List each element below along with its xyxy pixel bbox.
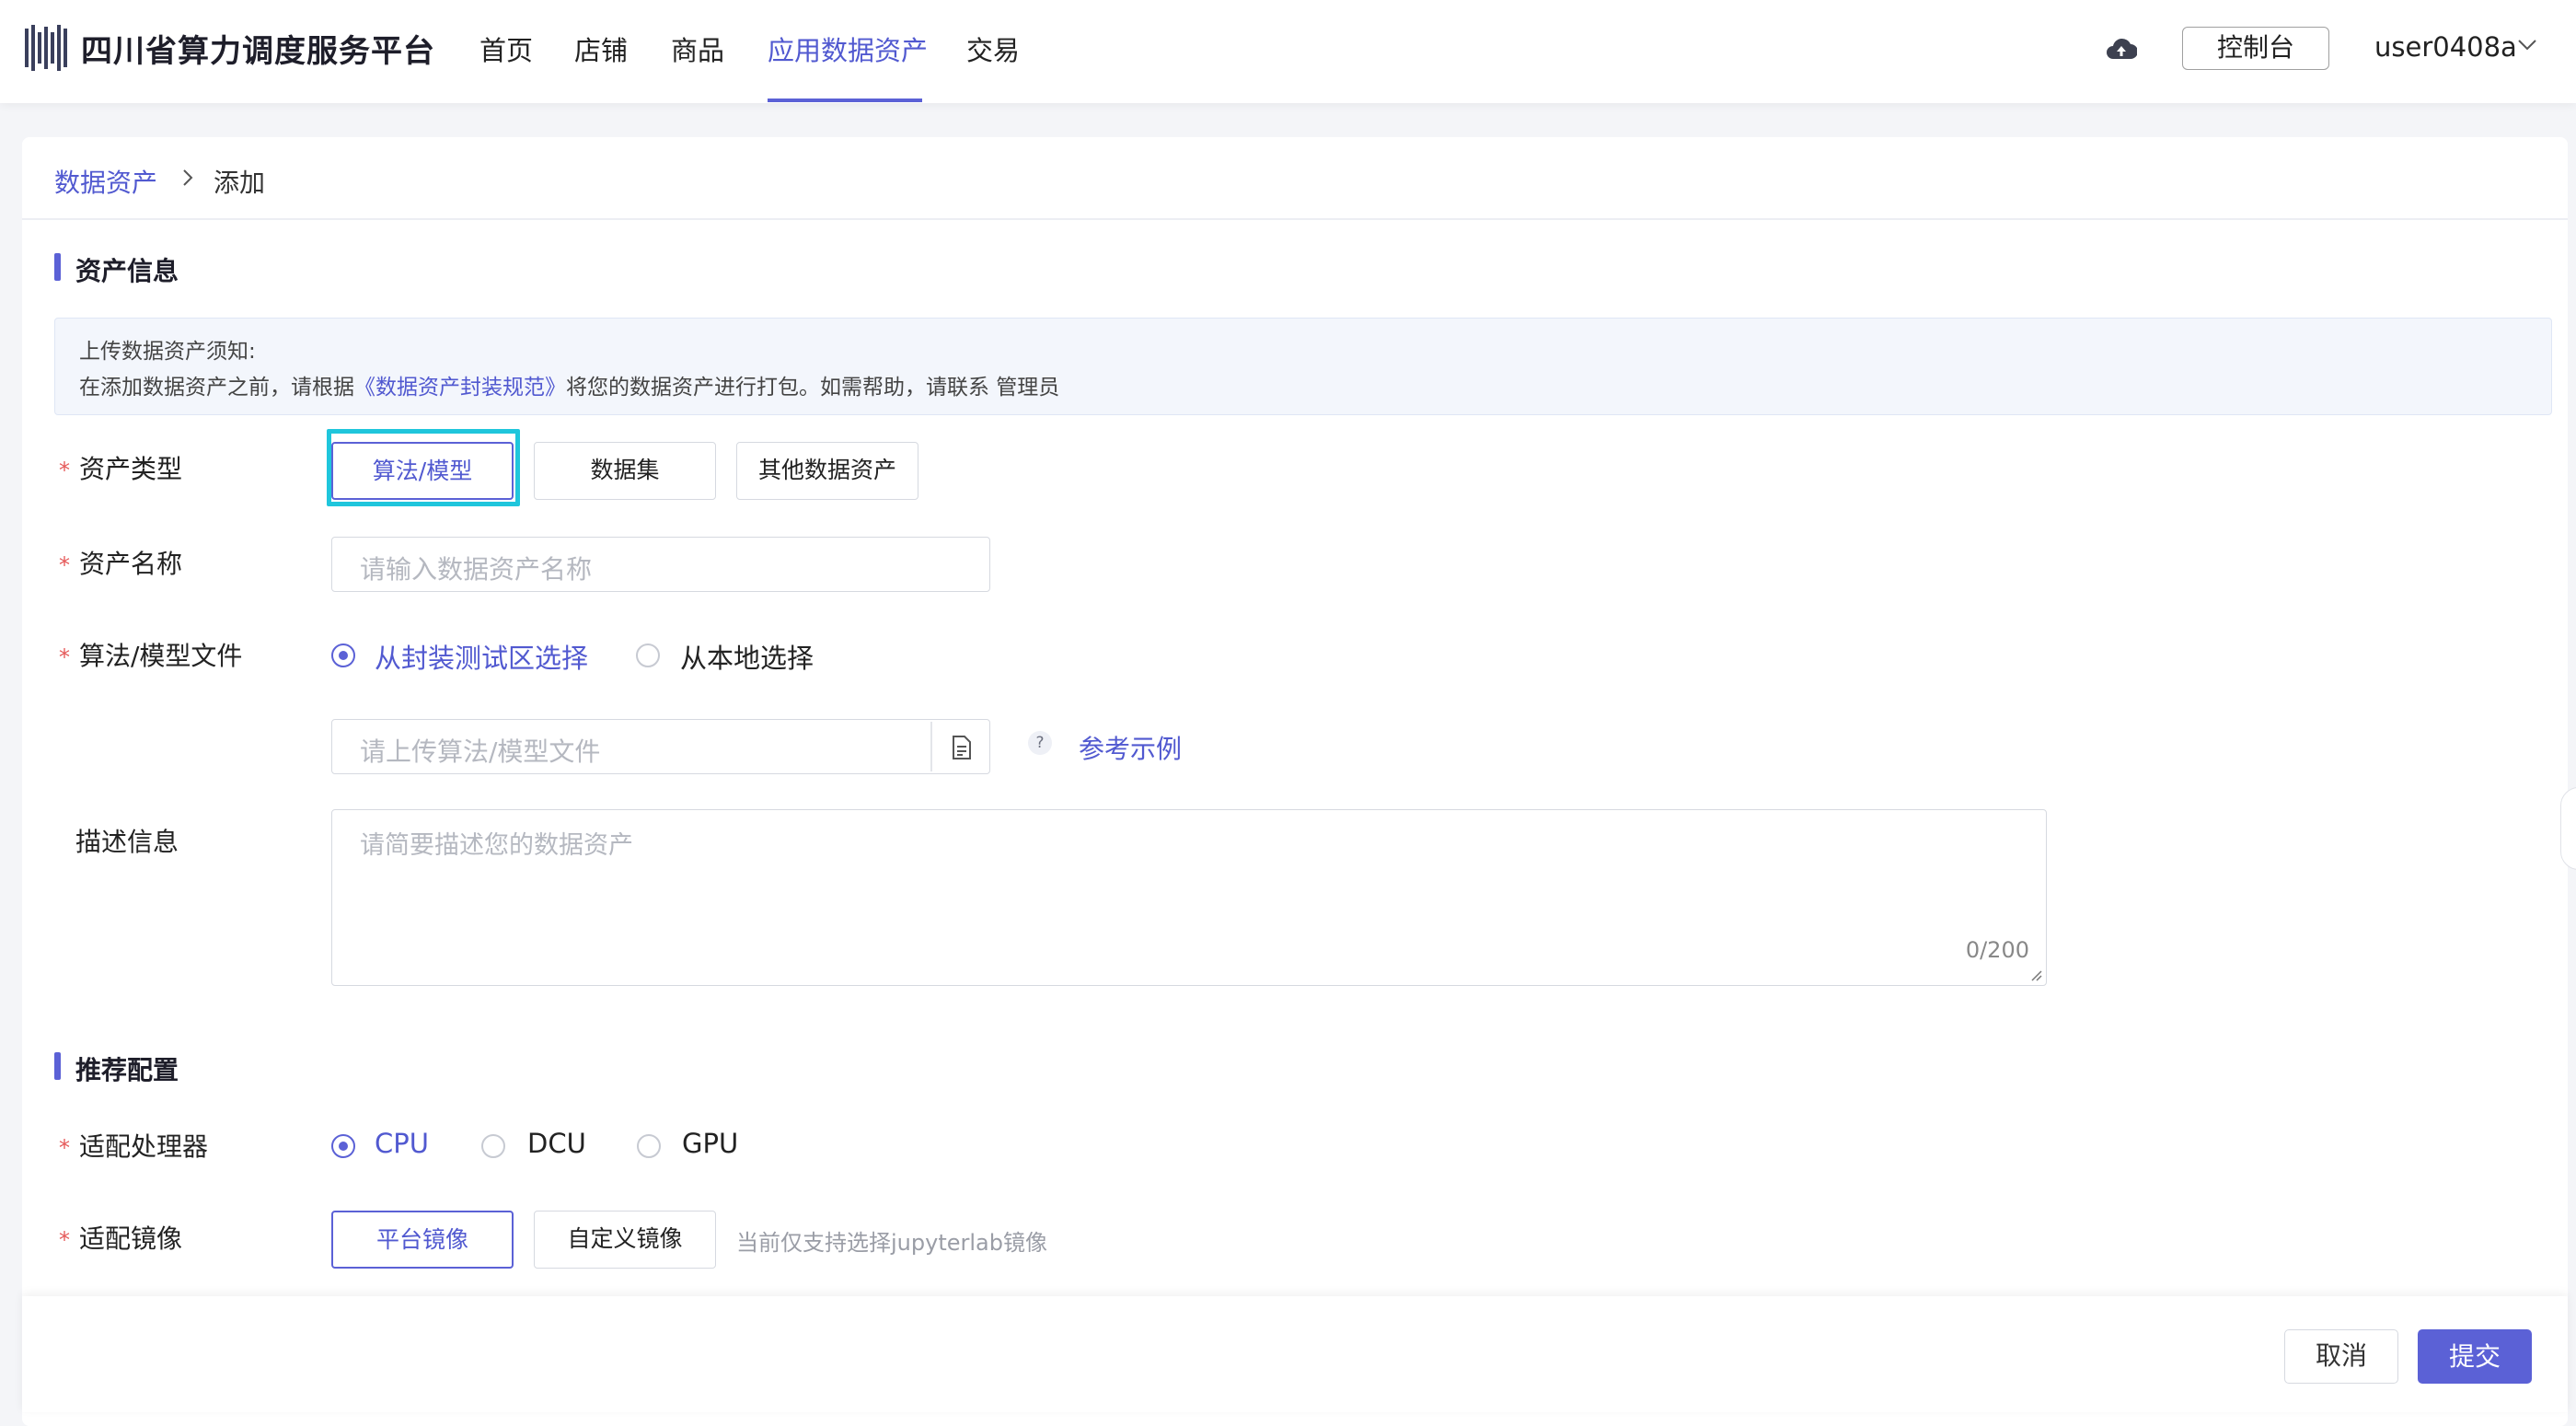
form-card: 数据资产 添加 资产信息 上传数据资产须知: 在添加数据资产之前，请根据《数据资… (22, 137, 2568, 1426)
asset-type-label: * 资产类型 (59, 454, 183, 484)
notice-prefix: 在添加数据资产之前，请根据 (79, 376, 354, 400)
nav-home[interactable]: 首页 (479, 29, 533, 68)
nav-stores[interactable]: 店铺 (574, 29, 628, 68)
radio-gpu[interactable] (637, 1134, 661, 1158)
notice-text: 在添加数据资产之前，请根据《数据资产封装规范》将您的数据资产进行打包。如需帮助，… (79, 369, 1059, 400)
description-textarea[interactable]: 请简要描述您的数据资产 0/200 (331, 809, 2047, 986)
resize-handle-icon[interactable] (2029, 968, 2042, 981)
custom-image-button[interactable]: 自定义镜像 (534, 1211, 716, 1269)
radio-from-sandbox-label[interactable]: 从封装测试区选择 (375, 637, 588, 676)
nav-products[interactable]: 商品 (671, 29, 724, 68)
breadcrumb-data-assets[interactable]: 数据资产 (54, 163, 157, 200)
description-label: 描述信息 (75, 827, 179, 857)
image-label-text: 适配镜像 (79, 1223, 183, 1254)
spec-link[interactable]: 《数据资产封装规范》 (354, 376, 566, 400)
image-label: * 适配镜像 (59, 1223, 183, 1254)
asset-name-label: * 资产名称 (59, 549, 183, 579)
asset-name-label-text: 资产名称 (79, 549, 183, 579)
reference-example-link[interactable]: 参考示例 (1079, 729, 1182, 766)
chevron-right-icon (183, 169, 193, 186)
asset-type-algorithm-button[interactable]: 算法/模型 (331, 442, 514, 500)
platform-title: 四川省算力调度服务平台 (81, 33, 435, 70)
notice-title: 上传数据资产须知: (79, 340, 256, 364)
image-hint: 当前仅支持选择jupyterlab镜像 (736, 1230, 1047, 1256)
model-file-placeholder: 请上传算法/模型文件 (360, 736, 601, 767)
section-marker (54, 1052, 61, 1080)
user-menu[interactable]: user0408a (2374, 31, 2517, 63)
file-icon[interactable] (951, 735, 973, 760)
radio-cpu[interactable] (331, 1134, 355, 1158)
processor-label-text: 适配处理器 (79, 1131, 209, 1162)
submit-button[interactable]: 提交 (2418, 1329, 2532, 1384)
model-file-label: * 算法/模型文件 (59, 641, 243, 671)
radio-dcu[interactable] (481, 1134, 505, 1158)
section-title-asset-info: 资产信息 (75, 256, 179, 286)
radio-gpu-label[interactable]: GPU (682, 1128, 738, 1159)
form-footer: 取消 提交 (22, 1296, 2568, 1412)
cloud-upload-icon[interactable] (2106, 35, 2137, 63)
nav-trade[interactable]: 交易 (966, 29, 1020, 68)
asset-name-input[interactable]: 请输入数据资产名称 (331, 537, 990, 592)
cancel-button[interactable]: 取消 (2284, 1329, 2398, 1384)
processor-label: * 适配处理器 (59, 1131, 209, 1162)
nav-data-assets[interactable]: 应用数据资产 (768, 29, 928, 68)
radio-from-sandbox[interactable] (331, 643, 355, 667)
radio-cpu-label[interactable]: CPU (375, 1128, 429, 1159)
active-nav-indicator (768, 99, 922, 102)
asset-name-placeholder: 请输入数据资产名称 (360, 554, 593, 585)
top-navigation-bar: 四川省算力调度服务平台 首页 店铺 商品 应用数据资产 交易 控制台 user0… (0, 0, 2576, 103)
description-placeholder: 请简要描述您的数据资产 (360, 831, 633, 860)
char-counter: 0/200 (1965, 937, 2029, 963)
chevron-down-icon[interactable] (2517, 39, 2537, 52)
help-icon[interactable]: ? (1028, 731, 1052, 755)
asset-type-other-button[interactable]: 其他数据资产 (736, 442, 918, 500)
radio-from-local-label[interactable]: 从本地选择 (680, 637, 814, 676)
breadcrumb-current: 添加 (214, 168, 266, 198)
model-file-label-text: 算法/模型文件 (79, 641, 243, 671)
model-file-input[interactable]: 请上传算法/模型文件 (331, 719, 990, 774)
asset-type-dataset-button[interactable]: 数据集 (534, 442, 716, 500)
notice-suffix: 将您的数据资产进行打包。如需帮助，请联系 管理员 (566, 376, 1060, 400)
platform-image-button[interactable]: 平台镜像 (331, 1211, 514, 1269)
file-input-divider (930, 722, 932, 771)
radio-from-local[interactable] (636, 643, 660, 667)
side-panel-handle[interactable] (2560, 787, 2576, 870)
logo-icon (25, 25, 67, 71)
radio-dcu-label[interactable]: DCU (527, 1128, 586, 1159)
asset-type-label-text: 资产类型 (79, 454, 183, 484)
section-marker (54, 253, 61, 281)
breadcrumb: 数据资产 添加 (22, 137, 2568, 220)
console-button[interactable]: 控制台 (2182, 27, 2329, 70)
upload-notice: 上传数据资产须知: 在添加数据资产之前，请根据《数据资产封装规范》将您的数据资产… (54, 318, 2552, 415)
section-title-recommended-config: 推荐配置 (75, 1055, 179, 1085)
